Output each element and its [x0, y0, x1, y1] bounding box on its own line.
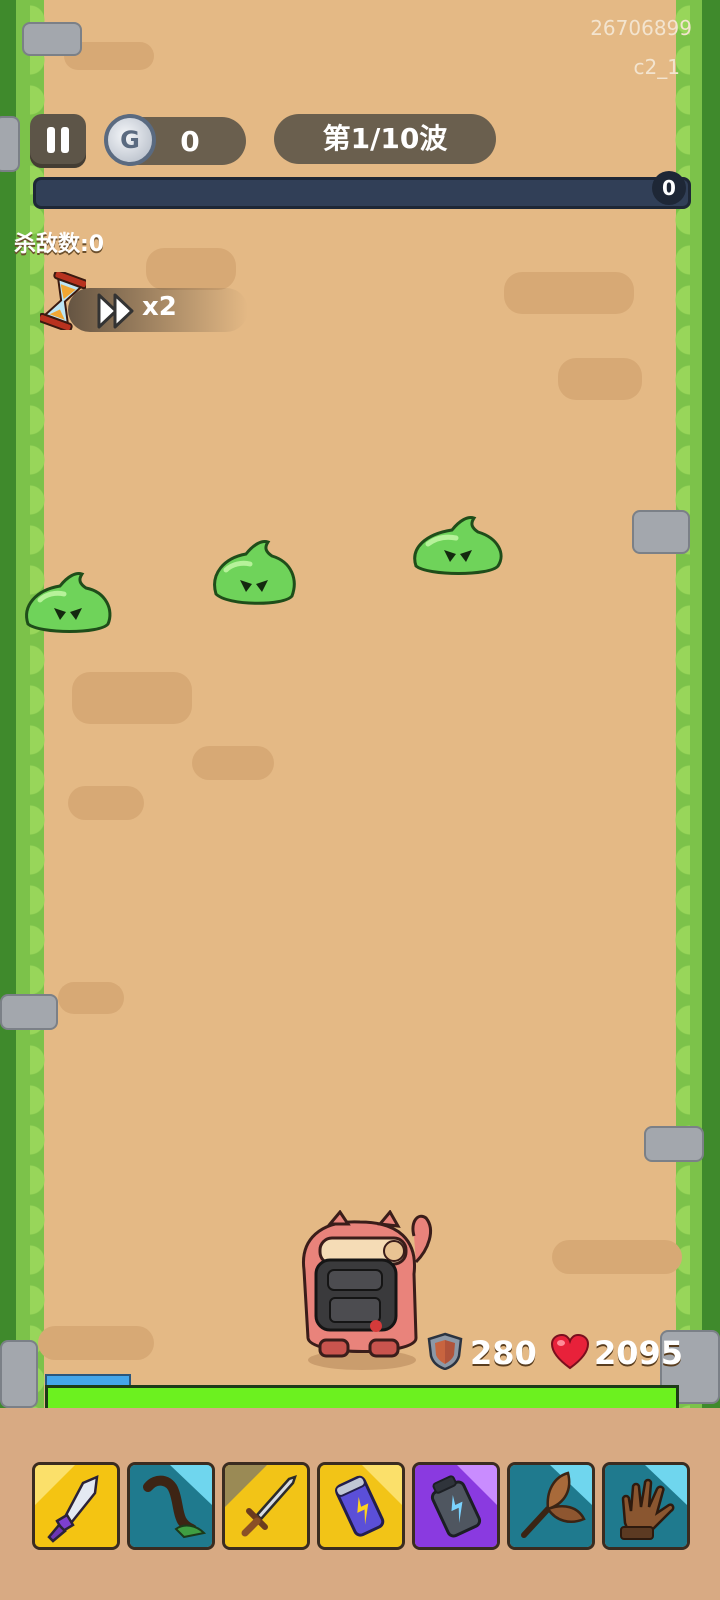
fast-forward-icon [97, 293, 134, 329]
session-id: 26706899 [590, 16, 692, 40]
left-grass-shadow [0, 0, 16, 1408]
battery-lantern-icon [415, 1465, 497, 1547]
leaf-fan-icon [510, 1465, 592, 1547]
rock [0, 994, 58, 1030]
skill-slot-crystal-dagger[interactable] [32, 1462, 120, 1550]
wave-indicator: 第1/10波 [274, 114, 496, 164]
speed-multiplier: x2 [142, 292, 177, 322]
rock [22, 22, 82, 56]
dirt-patch [552, 1240, 682, 1274]
skill-slot-scorpion-tail[interactable] [127, 1462, 215, 1550]
heart-icon [550, 1334, 590, 1370]
defense-value: 280 [470, 1334, 537, 1372]
skill-slot-leather-glove[interactable] [602, 1462, 690, 1550]
version-label: c2_1 [633, 55, 680, 79]
wave-progress-bar [33, 177, 691, 209]
dirt-patch [558, 358, 642, 400]
dirt-patch [68, 786, 144, 820]
dirt-patch [38, 1326, 154, 1360]
scorpion-tail-icon [130, 1465, 212, 1547]
coin-icon [104, 114, 156, 166]
kill-counter: 杀敌数:0 [14, 232, 105, 257]
rock [0, 116, 20, 172]
dirt-patch [504, 272, 634, 314]
coin-value: 0 [180, 125, 200, 158]
rock [0, 1340, 38, 1408]
health-value: 2095 [594, 1334, 684, 1372]
skill-slot-sword[interactable] [222, 1462, 310, 1550]
right-grass-shadow [702, 0, 720, 1408]
enemy-slime[interactable] [210, 534, 300, 610]
dirt-patch [72, 672, 192, 724]
skill-slot-leaf-fan[interactable] [507, 1462, 595, 1550]
skill-slot-energy-drink[interactable] [317, 1462, 405, 1550]
shield-icon [427, 1332, 463, 1370]
battlefield [0, 0, 720, 1408]
dirt-patch [58, 982, 124, 1014]
skill-slot-battery-lantern[interactable] [412, 1462, 500, 1550]
sword-icon [225, 1465, 307, 1547]
energy-drink-can-icon [320, 1465, 402, 1547]
dirt-patch [146, 248, 236, 290]
leather-glove-icon [605, 1465, 687, 1547]
crystal-dagger-icon [35, 1465, 117, 1547]
enemy-slime[interactable] [20, 566, 116, 638]
rock [632, 510, 690, 554]
dirt-patch [192, 746, 274, 780]
enemy-slime[interactable] [410, 510, 506, 580]
hourglass-icon [40, 272, 86, 330]
rock [644, 1126, 704, 1162]
wave-progress-value: 0 [652, 171, 686, 205]
pause-button[interactable] [30, 114, 86, 168]
